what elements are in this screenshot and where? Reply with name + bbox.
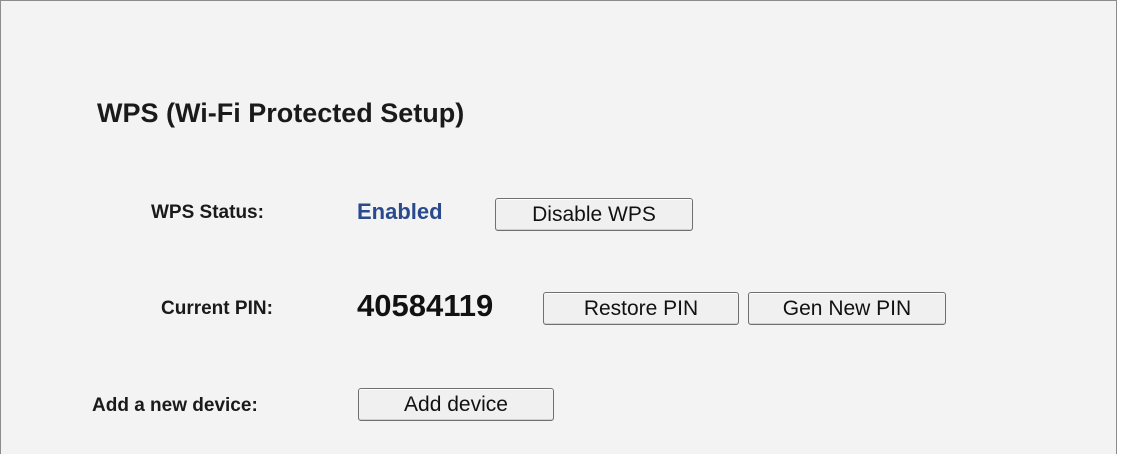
wps-status-label: WPS Status:: [151, 202, 264, 223]
add-device-label: Add a new device:: [92, 395, 258, 416]
restore-pin-button[interactable]: Restore PIN: [543, 292, 739, 325]
page-title: WPS (Wi-Fi Protected Setup): [97, 98, 465, 128]
current-pin-label: Current PIN:: [161, 298, 273, 319]
wps-settings-panel: WPS (Wi-Fi Protected Setup) WPS Status: …: [0, 0, 1117, 454]
gen-new-pin-button[interactable]: Gen New PIN: [748, 292, 946, 325]
add-device-button[interactable]: Add device: [358, 388, 554, 421]
wps-status-value: Enabled: [357, 199, 443, 224]
disable-wps-button[interactable]: Disable WPS: [495, 198, 693, 231]
current-pin-value: 40584119: [357, 288, 494, 323]
